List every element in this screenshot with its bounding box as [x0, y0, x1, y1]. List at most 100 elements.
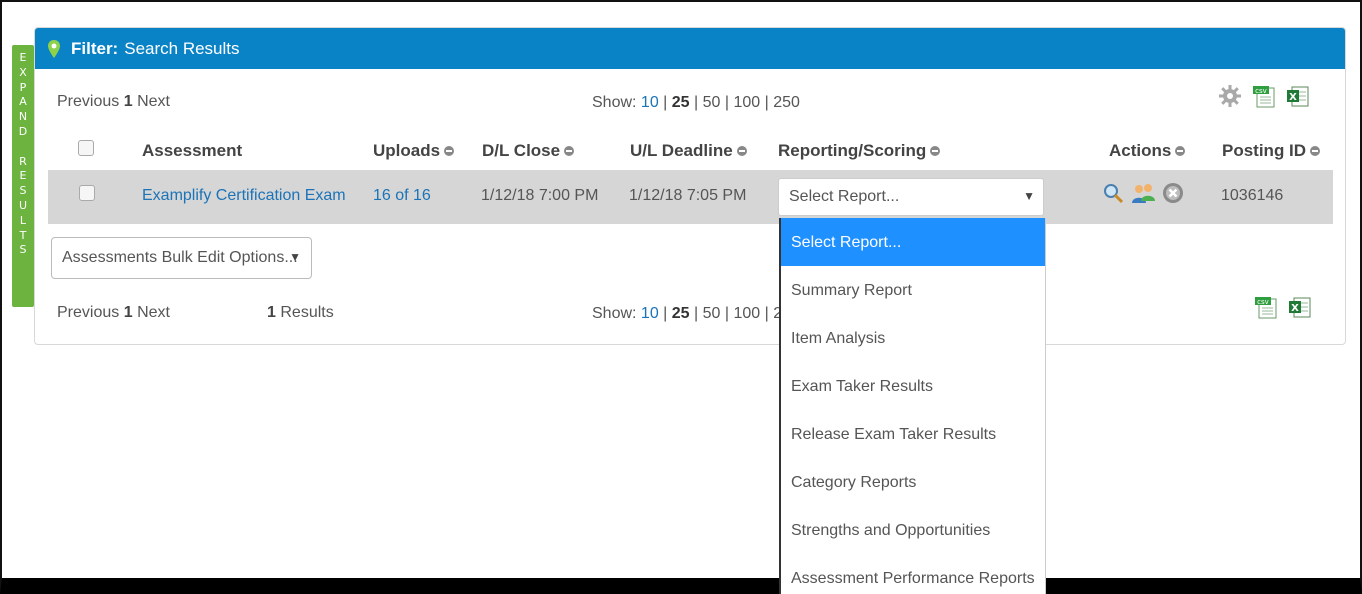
- sort-icon[interactable]: [564, 145, 575, 156]
- dropdown-arrow-icon: ▼: [289, 250, 301, 264]
- col-uploads[interactable]: Uploads: [373, 141, 455, 161]
- report-option[interactable]: Item Analysis: [781, 314, 1045, 362]
- sort-icon[interactable]: [930, 145, 941, 156]
- bulk-edit-select[interactable]: Assessments Bulk Edit Options... ▼: [51, 237, 312, 279]
- previous-link[interactable]: Previous: [57, 93, 119, 110]
- users-icon[interactable]: [1130, 182, 1156, 204]
- panel-header: Filter: Search Results: [35, 28, 1345, 69]
- assessment-link[interactable]: Examplify Certification Exam: [142, 187, 346, 205]
- gear-icon[interactable]: [1218, 84, 1242, 108]
- col-ul-deadline[interactable]: U/L Deadline: [630, 141, 747, 161]
- panel-title: Search Results: [124, 38, 240, 58]
- report-option[interactable]: Release Exam Taker Results: [781, 410, 1045, 458]
- posting-id-value: 1036146: [1221, 187, 1284, 204]
- csv-export-icon[interactable]: csv: [1252, 84, 1276, 108]
- row-actions: [1102, 182, 1184, 204]
- show-25-current: 25: [671, 94, 690, 111]
- table-row: Examplify Certification Exam 16 of 16 1/…: [48, 170, 1333, 224]
- svg-text:X: X: [1289, 92, 1297, 103]
- show-per-page-bottom: Show: 10 | 25 | 50 | 100 | 250: [592, 305, 800, 323]
- map-pin-icon: [48, 39, 60, 58]
- col-posting-id[interactable]: Posting ID: [1222, 141, 1321, 161]
- uploads-link[interactable]: 16 of 16: [373, 187, 431, 205]
- side-tab-letter: T: [19, 228, 27, 242]
- col-posting-id-label: Posting ID: [1222, 141, 1307, 160]
- ul-deadline-value: 1/12/18 7:05 PM: [629, 187, 747, 204]
- expand-results-label: EXPAND RESULTS: [12, 51, 34, 258]
- select-all-checkbox[interactable]: [78, 140, 94, 156]
- show-100-link[interactable]: 100: [733, 94, 760, 111]
- excel-export-icon[interactable]: X: [1286, 84, 1310, 108]
- next-link[interactable]: Next: [137, 304, 170, 321]
- filter-label: Filter:: [71, 38, 119, 58]
- table-header: Assessment Uploads D/L Close U/L Deadlin…: [48, 137, 1332, 167]
- current-page: 1: [123, 93, 133, 110]
- svg-text:csv: csv: [1255, 87, 1267, 95]
- results-count: 1 Results: [267, 304, 334, 322]
- sort-icon[interactable]: [736, 145, 747, 156]
- svg-text:csv: csv: [1257, 298, 1269, 306]
- show-label: Show:: [592, 94, 637, 111]
- dl-close-value: 1/12/18 7:00 PM: [481, 187, 599, 204]
- report-option[interactable]: Exam Taker Results: [781, 362, 1045, 410]
- show-per-page-top: Show: 10 | 25 | 50 | 100 | 250: [592, 94, 800, 111]
- col-assessment[interactable]: Assessment: [142, 141, 242, 161]
- col-actions[interactable]: Actions: [1109, 141, 1186, 161]
- side-tab-letter: E: [19, 169, 27, 183]
- side-tab-letter: R: [19, 154, 27, 168]
- bottom-toolbar: csv X: [1254, 295, 1312, 319]
- col-uploads-label: Uploads: [373, 141, 441, 160]
- col-dl-close-label: D/L Close: [482, 141, 561, 160]
- col-actions-label: Actions: [1109, 141, 1172, 160]
- bulk-edit-label: Assessments Bulk Edit Options...: [62, 249, 298, 266]
- col-dl-close[interactable]: D/L Close: [482, 141, 575, 161]
- report-select-value: Select Report...: [789, 188, 900, 205]
- dropdown-arrow-icon: ▼: [1023, 189, 1035, 203]
- side-tab-letter: [12, 140, 34, 155]
- pager-top: Previous 1 Next: [57, 93, 170, 111]
- side-tab-letter: U: [18, 198, 28, 212]
- col-ul-deadline-label: U/L Deadline: [630, 141, 733, 160]
- report-option[interactable]: Summary Report: [781, 266, 1045, 314]
- show-25-current: 25: [671, 305, 690, 322]
- delete-icon[interactable]: [1162, 182, 1184, 204]
- results-number: 1: [267, 304, 276, 321]
- expand-results-tab[interactable]: EXPAND RESULTS: [12, 45, 34, 307]
- side-tab-letter: A: [19, 95, 27, 109]
- svg-text:X: X: [1291, 303, 1299, 314]
- side-tab-letter: N: [18, 110, 28, 124]
- pager-bottom: Previous 1 Next: [57, 304, 170, 322]
- sort-icon[interactable]: [444, 145, 455, 156]
- show-label: Show:: [592, 305, 637, 322]
- results-label: Results: [280, 304, 334, 321]
- csv-export-icon[interactable]: csv: [1254, 295, 1278, 319]
- show-100-link[interactable]: 100: [733, 305, 760, 322]
- row-checkbox[interactable]: [79, 185, 95, 201]
- show-250-link[interactable]: 250: [773, 94, 800, 111]
- magnifier-icon[interactable]: [1102, 182, 1124, 204]
- previous-link[interactable]: Previous: [57, 304, 119, 321]
- report-option[interactable]: Strengths and Opportunities: [781, 506, 1045, 554]
- side-tab-letter: L: [19, 213, 27, 227]
- show-10-link[interactable]: 10: [641, 305, 659, 322]
- report-dropdown-list: Select Report... Summary Report Item Analy…: [779, 218, 1046, 594]
- side-tab-letter: D: [18, 124, 28, 138]
- report-option[interactable]: Category Reports: [781, 458, 1045, 506]
- col-reporting[interactable]: Reporting/Scoring: [778, 141, 941, 161]
- top-toolbar: csv X: [1218, 84, 1310, 108]
- side-tab-letter: E: [19, 51, 27, 64]
- excel-export-icon[interactable]: X: [1288, 295, 1312, 319]
- col-reporting-label: Reporting/Scoring: [778, 141, 927, 160]
- show-50-link[interactable]: 50: [703, 94, 721, 111]
- report-select[interactable]: Select Report... ▼: [778, 178, 1044, 216]
- sort-icon[interactable]: [1175, 145, 1186, 156]
- next-link[interactable]: Next: [137, 93, 170, 110]
- side-tab-letter: P: [19, 80, 27, 94]
- side-tab-letter: X: [19, 65, 27, 79]
- report-option[interactable]: Assessment Performance Reports: [781, 554, 1045, 594]
- show-50-link[interactable]: 50: [703, 305, 721, 322]
- sort-icon[interactable]: [1310, 145, 1321, 156]
- show-10-link[interactable]: 10: [641, 94, 659, 111]
- side-tab-letter: S: [19, 243, 27, 257]
- report-option[interactable]: Select Report...: [781, 218, 1045, 266]
